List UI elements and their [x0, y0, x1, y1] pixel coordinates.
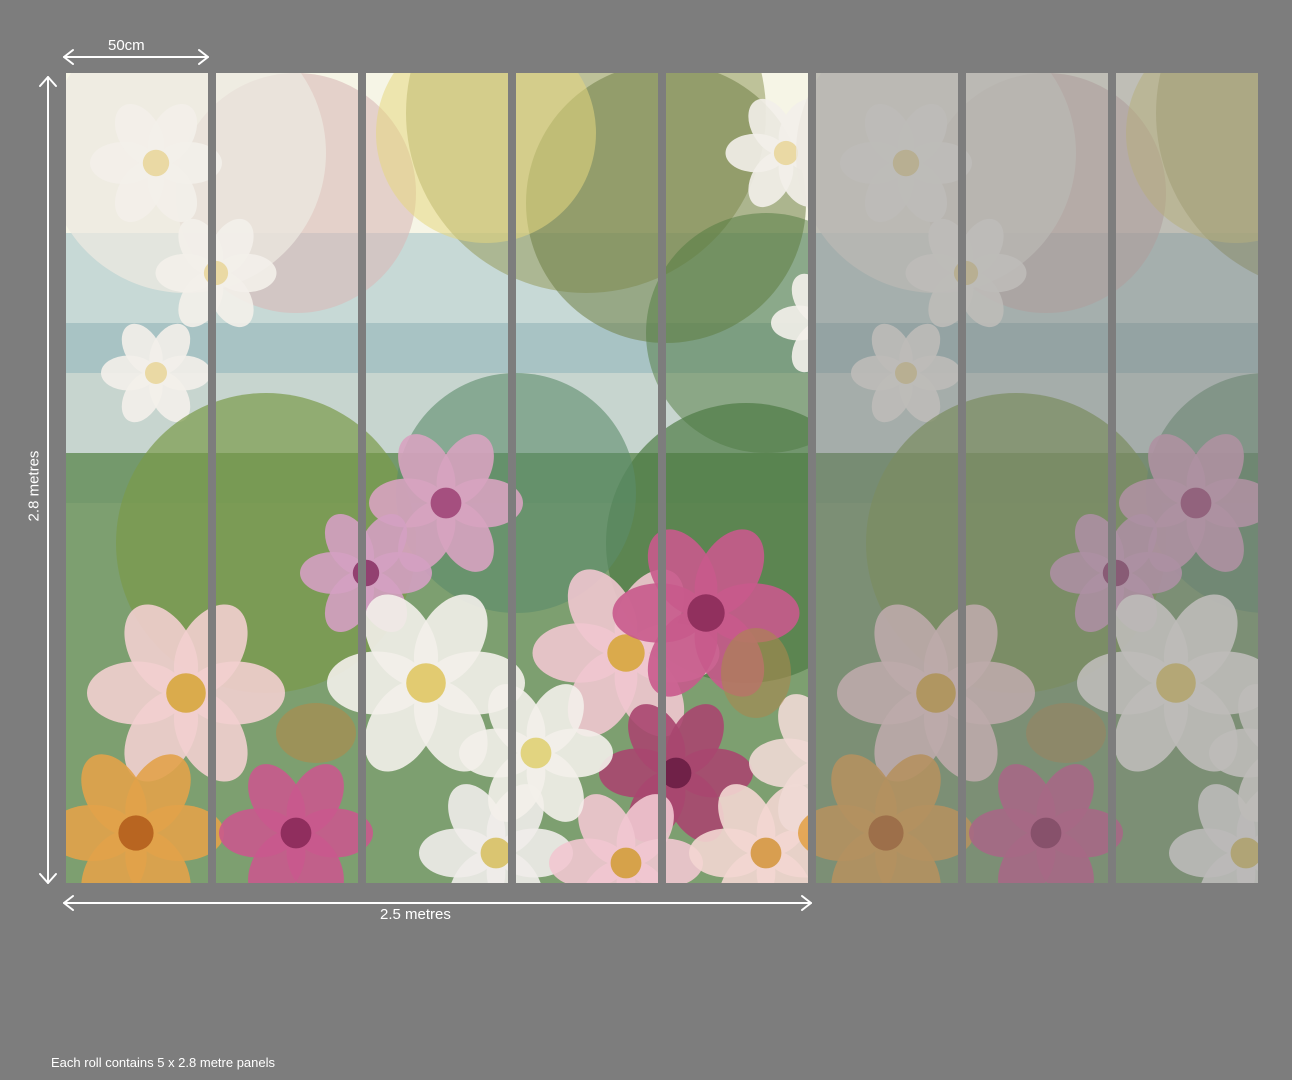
footnote: Each roll contains 5 x 2.8 metre panels [51, 1055, 276, 1070]
panel-width-label: 50cm [108, 37, 145, 54]
dimension-arrows [39, 49, 812, 911]
height-label: 2.8 metres [25, 450, 43, 522]
total-width-label: 2.5 metres [380, 906, 451, 923]
mural-diagram: 50cm 2.8 metres 2.5 metres Each roll con… [0, 0, 1292, 1080]
